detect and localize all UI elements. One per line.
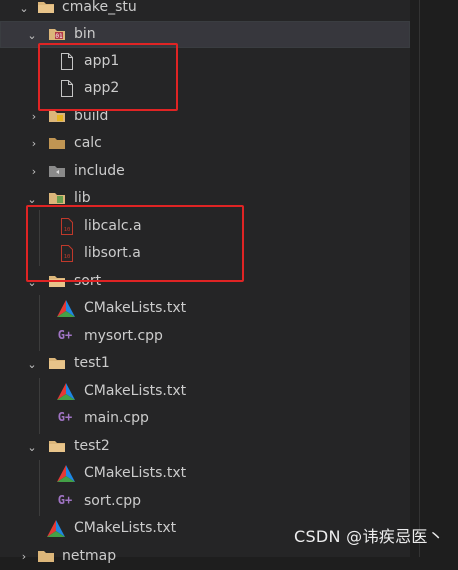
- tree-folder-include[interactable]: › include: [0, 158, 410, 185]
- tree-item-label: build: [74, 108, 109, 124]
- tree-item-label: libcalc.a: [84, 218, 142, 234]
- tree-item-label: sort: [74, 273, 102, 289]
- watermark: CSDN @讳疾忌医丶: [293, 527, 444, 546]
- folder-open-icon: [48, 355, 66, 371]
- tree-item-label: app2: [84, 80, 120, 96]
- library-file-icon: 10: [58, 217, 76, 235]
- svg-text:01: 01: [55, 33, 63, 40]
- chevron-right-icon: ›: [31, 109, 37, 123]
- chevron-right-icon: ›: [31, 136, 37, 150]
- tree-item-label: CMakeLists.txt: [74, 520, 177, 536]
- tree-item-label: mysort.cpp: [84, 328, 163, 344]
- tree-item-label: CMakeLists.txt: [84, 300, 187, 316]
- tree-item-label: main.cpp: [84, 410, 149, 426]
- gutter-divider: [419, 0, 420, 557]
- tree-item-label: bin: [74, 26, 96, 42]
- tree-item-label: cmake_stu: [62, 0, 137, 15]
- tree-item-label: test1: [74, 355, 110, 371]
- svg-text:10: 10: [64, 254, 71, 260]
- cpp-icon: G+: [57, 493, 73, 507]
- tree-folder-test1[interactable]: ⌄ test1: [0, 350, 410, 377]
- tree-file-mysort-cpp[interactable]: G+ mysort.cpp: [0, 323, 410, 350]
- tree-item-label: libsort.a: [84, 245, 141, 261]
- cmake-icon: [47, 519, 65, 537]
- tree-folder-bin[interactable]: ⌄ 01 bin: [0, 21, 410, 48]
- cmake-icon: [57, 382, 75, 400]
- folder-lib-icon: [48, 190, 66, 206]
- file-icon: [58, 79, 76, 97]
- cmake-icon: [57, 464, 75, 482]
- folder-build-icon: [48, 108, 66, 124]
- folder-bin-icon: 01: [48, 26, 66, 42]
- tree-item-label: include: [74, 163, 125, 179]
- tree-folder-sort[interactable]: ⌄ sort: [0, 268, 410, 295]
- tree-folder-lib[interactable]: ⌄ lib: [0, 185, 410, 212]
- tree-file-sort-cmakelists[interactable]: CMakeLists.txt: [0, 295, 410, 322]
- chevron-down-icon: ⌄: [19, 1, 29, 15]
- folder-open-icon: [37, 0, 55, 15]
- tree-file-app1[interactable]: app1: [0, 48, 410, 75]
- chevron-down-icon: ⌄: [27, 192, 37, 206]
- folder-icon: [37, 548, 55, 564]
- tree-file-sort-cpp[interactable]: G+ sort.cpp: [0, 488, 410, 515]
- cpp-icon: G+: [57, 410, 73, 424]
- file-icon: [58, 52, 76, 70]
- chevron-down-icon: ⌄: [27, 275, 37, 289]
- tree-item-label: CMakeLists.txt: [84, 383, 187, 399]
- folder-include-icon: [48, 163, 66, 179]
- tree-item-label: sort.cpp: [84, 493, 142, 509]
- tree-item-label: CMakeLists.txt: [84, 465, 187, 481]
- folder-open-icon: [48, 438, 66, 454]
- folder-open-icon: [48, 273, 66, 289]
- cpp-icon: G+: [57, 328, 73, 342]
- tree-item-label: lib: [74, 190, 91, 206]
- tree-item-label: netmap: [62, 548, 117, 564]
- library-file-icon: 10: [58, 244, 76, 262]
- tree-file-app2[interactable]: app2: [0, 75, 410, 102]
- chevron-down-icon: ⌄: [27, 440, 37, 454]
- tree-item-label: app1: [84, 53, 120, 69]
- svg-text:10: 10: [64, 227, 71, 233]
- chevron-right-icon: ›: [31, 164, 37, 178]
- tree-file-test2-cmakelists[interactable]: CMakeLists.txt: [0, 460, 410, 487]
- tree-file-libsort[interactable]: 10 libsort.a: [0, 240, 410, 267]
- chevron-down-icon: ⌄: [27, 28, 37, 42]
- tree-file-libcalc[interactable]: 10 libcalc.a: [0, 213, 410, 240]
- tree-file-test1-cmakelists[interactable]: CMakeLists.txt: [0, 378, 410, 405]
- tree-folder-build[interactable]: › build: [0, 103, 410, 130]
- folder-icon: [48, 135, 66, 151]
- tree-folder-cmake-stu[interactable]: ⌄ cmake_stu: [0, 0, 410, 21]
- chevron-right-icon: ›: [21, 549, 27, 563]
- cmake-icon: [57, 299, 75, 317]
- tree-item-label: calc: [74, 135, 102, 151]
- file-explorer: ⌄ cmake_stu ⌄ 01 bin app1 app2 › build ›…: [0, 0, 410, 564]
- tree-folder-calc[interactable]: › calc: [0, 130, 410, 157]
- chevron-down-icon: ⌄: [27, 357, 37, 371]
- tree-folder-test2[interactable]: ⌄ test2: [0, 433, 410, 460]
- editor-gutter: [410, 0, 458, 557]
- tree-item-label: test2: [74, 438, 110, 454]
- tree-file-main-cpp[interactable]: G+ main.cpp: [0, 405, 410, 432]
